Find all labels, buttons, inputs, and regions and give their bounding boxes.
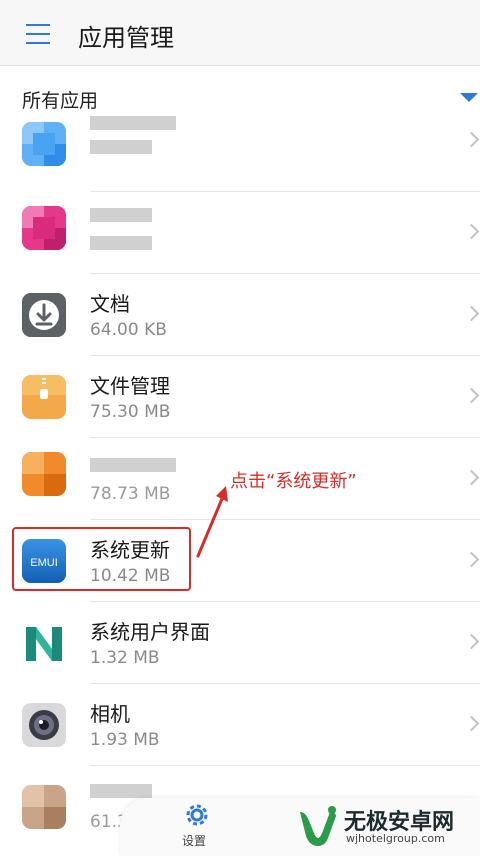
blurred-app-name xyxy=(90,116,176,130)
chevron-right-icon xyxy=(463,131,480,148)
page-title: 应用管理 xyxy=(78,24,174,52)
app-name: 系统用户界面 xyxy=(90,620,210,644)
list-item-app[interactable] xyxy=(0,110,480,192)
blurred-app-size xyxy=(90,236,152,250)
list-item-app[interactable]: 系统用户界面 1.32 MB xyxy=(0,602,480,684)
download-doc-icon xyxy=(22,293,66,337)
blurred-app-size xyxy=(90,140,152,154)
list-item-app[interactable] xyxy=(0,192,480,274)
gear-icon[interactable] xyxy=(184,802,210,828)
list-item-app[interactable]: 文档 64.00 KB xyxy=(0,274,480,356)
system-ui-icon xyxy=(22,621,66,665)
annotation-text: 点击“系统更新” xyxy=(230,471,357,492)
app-size: 1.32 MB xyxy=(90,648,160,668)
chevron-right-icon xyxy=(463,469,480,486)
bottom-bar: 设置 无极安卓网 wjhotelgroup.com xyxy=(120,798,480,856)
app-name: 文档 xyxy=(90,292,130,316)
chevron-right-icon xyxy=(463,551,480,568)
chevron-right-icon xyxy=(463,305,480,322)
annotation-arrow-icon xyxy=(196,486,228,558)
chevron-right-icon xyxy=(463,633,480,650)
camera-icon xyxy=(22,703,66,747)
blurred-app-icon xyxy=(22,206,66,250)
highlight-box xyxy=(12,527,191,591)
hamburger-menu-icon[interactable] xyxy=(26,24,50,44)
file-manager-icon xyxy=(22,375,66,419)
app-size: 1.93 MB xyxy=(90,730,160,750)
chevron-right-icon xyxy=(463,715,480,732)
chevron-right-icon xyxy=(463,223,480,240)
chevron-right-icon xyxy=(463,387,480,404)
caret-down-icon[interactable] xyxy=(460,93,478,102)
app-size: 78.73 MB xyxy=(90,484,171,504)
blurred-app-name xyxy=(90,784,152,798)
app-name: 文件管理 xyxy=(90,374,170,398)
blurred-app-name xyxy=(90,208,152,222)
watermark-logo-icon xyxy=(300,806,336,846)
settings-label[interactable]: 设置 xyxy=(182,832,206,849)
app-size: 64.00 KB xyxy=(90,320,167,340)
watermark-url: wjhotelgroup.com xyxy=(346,832,445,845)
app-size: 75.30 MB xyxy=(90,402,171,422)
blurred-app-name xyxy=(90,458,176,472)
list-item-app[interactable]: 相机 1.93 MB xyxy=(0,684,480,766)
blurred-app-icon xyxy=(22,785,66,829)
blurred-app-icon xyxy=(22,452,66,496)
list-item-app[interactable]: 文件管理 75.30 MB xyxy=(0,356,480,438)
app-bar: 应用管理 xyxy=(0,0,480,66)
filter-label: 所有应用 xyxy=(22,90,99,112)
blurred-app-icon xyxy=(22,122,66,166)
app-name: 相机 xyxy=(90,702,130,726)
